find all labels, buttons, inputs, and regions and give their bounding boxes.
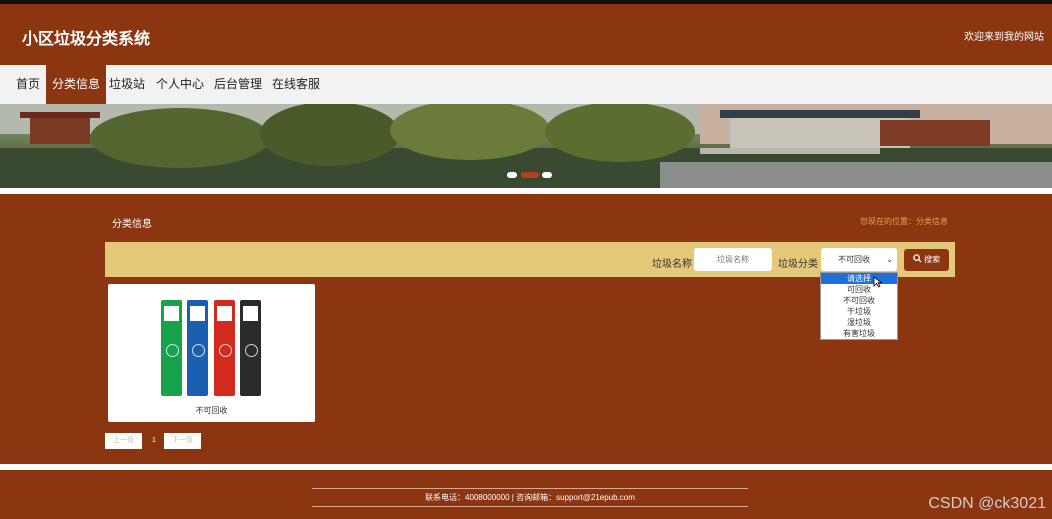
red-bin (214, 300, 235, 396)
search-button-label: 搜索 (924, 255, 941, 264)
garbage-name-input[interactable] (694, 248, 772, 271)
card-label: 不可回收 (195, 406, 228, 415)
black-bin (240, 300, 261, 396)
site-title: 小区垃圾分类系统 (22, 31, 151, 48)
chevron-down-icon: ⌄ (886, 255, 893, 264)
blue-bin (187, 300, 208, 396)
current-page-number[interactable]: 1 (151, 433, 157, 449)
carousel-dot-1[interactable] (507, 172, 517, 178)
nav-category-info[interactable]: 分类信息 (46, 65, 107, 104)
category-select[interactable]: 不可回收 ⌄ (821, 248, 897, 271)
option-hazardous-waste[interactable]: 有害垃圾 (821, 328, 897, 339)
carousel-dot-2-active[interactable] (521, 172, 539, 178)
section-title: 分类信息 (112, 219, 152, 230)
nav-admin[interactable]: 后台管理 (208, 65, 268, 104)
option-recyclable[interactable]: 可回收 (821, 284, 897, 295)
search-icon (913, 254, 922, 263)
nav-garbage-station[interactable]: 垃圾站 (103, 65, 151, 104)
option-wet-waste[interactable]: 湿垃圾 (821, 317, 897, 328)
next-page-button[interactable]: 下一页 (164, 433, 201, 449)
footer-bottom-rule (312, 506, 748, 507)
option-non-recyclable[interactable]: 不可回收 (821, 295, 897, 306)
mouse-cursor-icon (873, 276, 883, 288)
site-header: 小区垃圾分类系统 欢迎来到我的网站 (0, 4, 1052, 65)
main-nav: 首页 分类信息 垃圾站 个人中心 后台管理 在线客服 (0, 65, 1052, 104)
search-button[interactable]: 搜索 (904, 249, 949, 271)
category-dropdown-list: 请选择 可回收 不可回收 干垃圾 湿垃圾 有害垃圾 (820, 272, 898, 340)
carousel-dot-3[interactable] (542, 172, 552, 178)
category-label: 垃圾分类 (778, 259, 818, 270)
welcome-text: 欢迎来到我的网站 (964, 32, 1044, 43)
nav-personal-center[interactable]: 个人中心 (150, 65, 210, 104)
green-bin (161, 300, 182, 396)
garbage-item-card[interactable]: 不可回收 (108, 284, 315, 422)
footer-top-rule (312, 488, 748, 489)
category-select-value: 不可回收 (838, 255, 870, 264)
breadcrumb-location: 您现在的位置：分类信息 (860, 217, 948, 226)
footer-contact: 联系电话：4008000000 | 咨询邮箱：support@21epub.co… (425, 493, 635, 502)
prev-page-button[interactable]: 上一页 (105, 433, 142, 449)
watermark: CSDN @ck3021 (928, 495, 1046, 512)
banner-carousel (0, 104, 1052, 188)
nav-online-service[interactable]: 在线客服 (266, 65, 326, 104)
name-label: 垃圾名称 (652, 259, 692, 270)
option-dry-waste[interactable]: 干垃圾 (821, 306, 897, 317)
option-please-select[interactable]: 请选择 (821, 273, 897, 284)
site-footer: 联系电话：4008000000 | 咨询邮箱：support@21epub.co… (0, 470, 1052, 519)
nav-home[interactable]: 首页 (10, 65, 46, 104)
